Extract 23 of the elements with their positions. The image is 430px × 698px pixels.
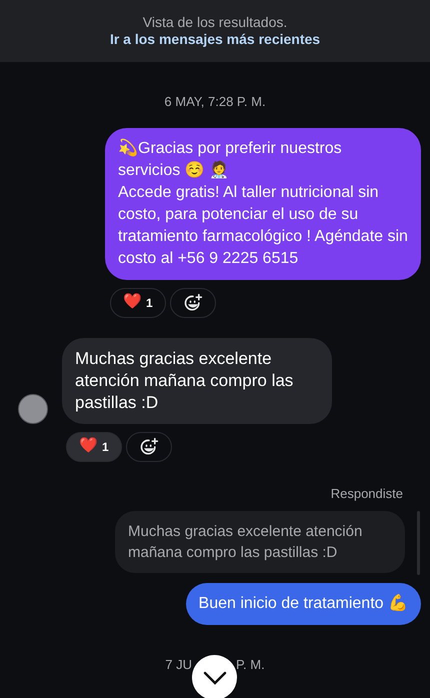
recent-messages-link[interactable]: Ir a los mensajes más recientes xyxy=(110,31,320,48)
reaction-count: 1 xyxy=(146,294,153,312)
quoted-message: Muchas gracias excelente atención mañana compro las pastillas :D xyxy=(115,511,405,573)
incoming-message: Muchas gracias excelente atención mañana compro las pastillas :D xyxy=(62,338,332,424)
reaction-count: 1 xyxy=(102,438,109,456)
scroll-down-button[interactable] xyxy=(192,655,237,698)
reply-label: Respondiste xyxy=(330,484,403,503)
add-reaction-icon xyxy=(138,436,159,456)
add-reaction-icon xyxy=(182,292,203,312)
add-reaction-button[interactable] xyxy=(170,288,216,318)
timestamp: 6 MAY, 7:28 P. M. xyxy=(164,93,266,111)
timestamp: 7 JU xyxy=(165,656,192,674)
add-reaction-button[interactable] xyxy=(126,432,172,462)
chevron-down-icon xyxy=(202,670,226,684)
banner-text: Vista de los resultados. Ir a los mensajes más recientes xyxy=(108,14,322,48)
reaction-pill[interactable]: ❤ 1 xyxy=(110,288,166,318)
heart-emoji: ❤ xyxy=(79,436,98,456)
avatar[interactable] xyxy=(18,394,48,424)
reaction-pill[interactable]: ❤ 1 xyxy=(66,432,122,462)
outgoing-message: 💫Gracias por preferir nuestros servicios ☺ 🧑‍⚕ Accede gratis! Al taller nutricional sin costo, para potenciar el uso de su tratamiento farmacológico ! Agéndate sin costo al +56 9 2225 6515 xyxy=(105,128,421,280)
heart-emoji: ❤ xyxy=(123,292,142,312)
timestamp: P. M. xyxy=(236,656,265,674)
outgoing-message: Buen inicio de tratamiento 💪 xyxy=(186,583,421,625)
